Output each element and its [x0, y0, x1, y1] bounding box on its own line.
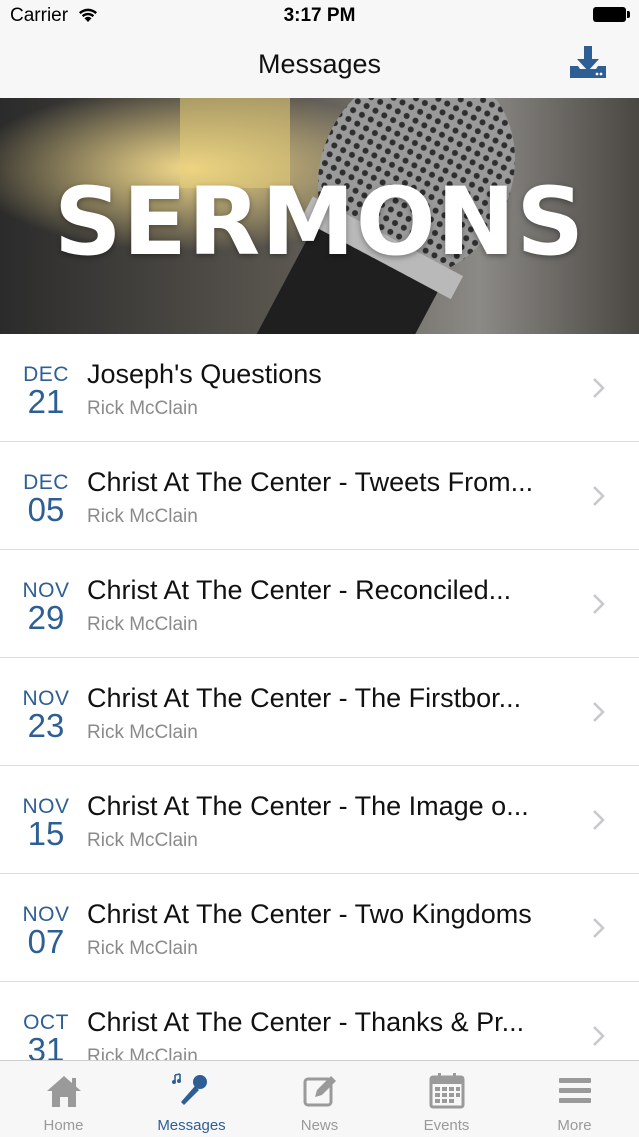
- sermon-title: Christ At The Center - Reconciled...: [87, 575, 512, 605]
- chevron-right-icon: [593, 594, 605, 614]
- tab-label: More: [557, 1117, 592, 1134]
- tab-news[interactable]: News: [256, 1061, 383, 1137]
- sermon-row[interactable]: NOV 07 Christ At The Center - Two Kingdo…: [0, 874, 639, 982]
- tab-more[interactable]: More: [511, 1061, 638, 1137]
- sermon-row[interactable]: OCT 31 Christ At The Center - Thanks & P…: [0, 982, 639, 1060]
- sermon-title: Christ At The Center - Thanks & Pr...: [87, 1007, 525, 1037]
- sermon-title: Christ At The Center - Tweets From...: [87, 467, 534, 497]
- tab-label: Messages: [157, 1117, 226, 1134]
- chevron-right-icon: [593, 810, 605, 830]
- sermon-speaker: Rick McClain: [87, 1046, 198, 1060]
- sermon-speaker: Rick McClain: [87, 830, 198, 851]
- sermon-row[interactable]: NOV 29 Christ At The Center - Reconciled…: [0, 550, 639, 658]
- chevron-right-icon: [593, 378, 605, 398]
- navigation-bar: Messages: [0, 32, 639, 99]
- status-bar: Carrier 3:17 PM: [0, 0, 639, 32]
- download-button[interactable]: [566, 42, 610, 86]
- chevron-right-icon: [593, 1026, 605, 1046]
- sermon-title: Christ At The Center - Two Kingdoms: [87, 899, 532, 929]
- sermon-list: DEC 21 Joseph's Questions Rick McClain D…: [0, 334, 639, 1060]
- tab-label: News: [300, 1117, 339, 1134]
- sermon-row[interactable]: DEC 21 Joseph's Questions Rick McClain: [0, 334, 639, 442]
- sermon-row[interactable]: NOV 23 Christ At The Center - The Firstb…: [0, 658, 639, 766]
- microphone-icon: [172, 1073, 207, 1105]
- sermon-day: 21: [27, 383, 65, 420]
- page-title: Messages: [257, 49, 382, 79]
- edit-icon: [303, 1076, 336, 1107]
- sermon-speaker: Rick McClain: [87, 398, 198, 419]
- sermon-day: 29: [27, 599, 65, 636]
- sermon-day: 15: [27, 815, 65, 852]
- status-time: 3:17 PM: [283, 5, 356, 26]
- sermons-banner: SERMONS: [0, 98, 639, 334]
- sermon-speaker: Rick McClain: [87, 722, 198, 743]
- sermon-day: 05: [27, 491, 65, 528]
- tab-home[interactable]: Home: [0, 1061, 127, 1137]
- banner-title: SERMONS: [53, 168, 586, 277]
- download-icon: [570, 46, 606, 78]
- tab-label: Events: [423, 1117, 470, 1134]
- chevron-right-icon: [593, 918, 605, 938]
- sermon-title: Christ At The Center - The Image o...: [87, 791, 529, 821]
- calendar-icon: [429, 1073, 465, 1109]
- chevron-right-icon: [593, 486, 605, 506]
- sermon-day: 31: [27, 1031, 65, 1061]
- sermon-speaker: Rick McClain: [87, 506, 198, 527]
- tab-messages[interactable]: Messages: [128, 1061, 255, 1137]
- sermon-speaker: Rick McClain: [87, 614, 198, 635]
- sermon-row[interactable]: NOV 15 Christ At The Center - The Image …: [0, 766, 639, 874]
- home-icon: [47, 1076, 81, 1107]
- sermon-day: 23: [27, 707, 65, 744]
- sermon-title: Joseph's Questions: [87, 359, 322, 389]
- menu-icon: [559, 1078, 591, 1103]
- sermon-speaker: Rick McClain: [87, 938, 198, 959]
- sermon-day: 07: [27, 923, 65, 960]
- chevron-right-icon: [593, 702, 605, 722]
- tab-bar: Home Messages News Events More: [0, 1060, 639, 1137]
- sermon-row[interactable]: DEC 05 Christ At The Center - Tweets Fro…: [0, 442, 639, 550]
- tab-events[interactable]: Events: [383, 1061, 510, 1137]
- sermon-title: Christ At The Center - The Firstbor...: [87, 683, 522, 713]
- battery-icon: [593, 7, 631, 23]
- tab-label: Home: [43, 1117, 84, 1134]
